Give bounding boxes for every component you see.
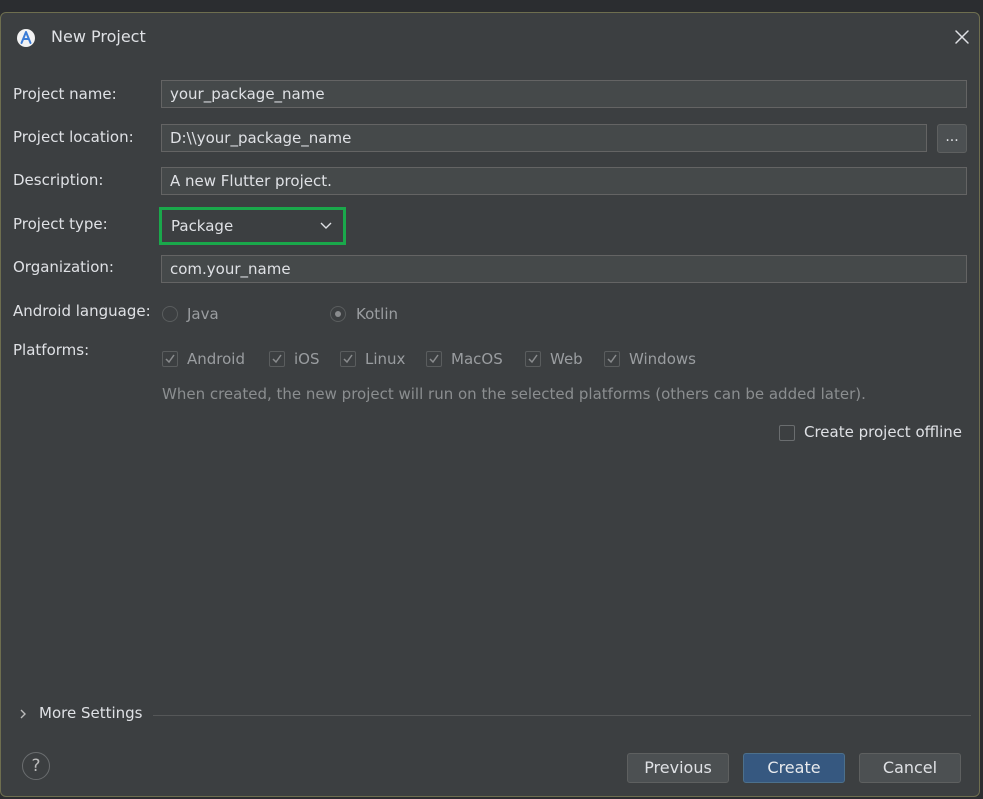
linux-checkbox[interactable] <box>340 351 356 367</box>
title-bar: New Project <box>1 13 979 61</box>
kotlin-label: Kotlin <box>356 305 398 323</box>
new-project-dialog: New Project Project name: your_package_n… <box>0 12 980 797</box>
checkmark-icon <box>607 354 617 364</box>
ios-label: iOS <box>294 350 320 368</box>
project-type-dropdown[interactable]: Package <box>163 211 342 241</box>
create-offline-checkbox[interactable] <box>779 425 795 441</box>
help-icon[interactable]: ? <box>22 752 50 780</box>
java-label: Java <box>187 305 219 323</box>
checkmark-icon <box>165 354 175 364</box>
kotlin-radio[interactable] <box>330 306 346 322</box>
checkmark-icon <box>343 354 353 364</box>
browse-button[interactable]: ... <box>937 124 967 153</box>
web-label: Web <box>550 350 583 368</box>
more-settings-label: More Settings <box>39 704 143 722</box>
close-icon[interactable] <box>953 28 971 46</box>
macos-label: MacOS <box>451 350 503 368</box>
more-settings-divider <box>153 715 971 716</box>
platforms-label: Platforms: <box>13 341 90 359</box>
project-type-value: Package <box>171 217 234 235</box>
macos-checkbox[interactable] <box>426 351 442 367</box>
android-checkbox[interactable] <box>162 351 178 367</box>
create-button[interactable]: Create <box>743 753 845 783</box>
project-name-label: Project name: <box>13 85 117 103</box>
windows-label: Windows <box>629 350 696 368</box>
java-radio[interactable] <box>162 306 178 322</box>
project-location-label: Project location: <box>13 128 134 146</box>
previous-button[interactable]: Previous <box>627 753 729 783</box>
project-name-input[interactable]: your_package_name <box>161 80 967 108</box>
organization-label: Organization: <box>13 258 114 276</box>
windows-checkbox[interactable] <box>604 351 620 367</box>
platforms-hint: When created, the new project will run o… <box>162 385 866 403</box>
web-checkbox[interactable] <box>525 351 541 367</box>
chevron-down-icon <box>320 222 332 229</box>
dialog-title: New Project <box>51 27 146 46</box>
project-location-input[interactable]: D:\\your_package_name <box>161 124 927 152</box>
checkmark-icon <box>429 354 439 364</box>
cancel-button[interactable]: Cancel <box>859 753 961 783</box>
ios-checkbox[interactable] <box>269 351 285 367</box>
description-input[interactable]: A new Flutter project. <box>161 167 967 195</box>
checkmark-icon <box>528 354 538 364</box>
android-label: Android <box>187 350 245 368</box>
android-language-label: Android language: <box>13 302 151 320</box>
android-studio-icon <box>17 29 35 47</box>
create-offline-label: Create project offline <box>804 423 963 441</box>
chevron-right-icon <box>20 709 26 719</box>
organization-input[interactable]: com.your_name <box>161 255 967 283</box>
description-label: Description: <box>13 171 104 189</box>
linux-label: Linux <box>365 350 406 368</box>
checkmark-icon <box>272 354 282 364</box>
project-type-label: Project type: <box>13 215 108 233</box>
